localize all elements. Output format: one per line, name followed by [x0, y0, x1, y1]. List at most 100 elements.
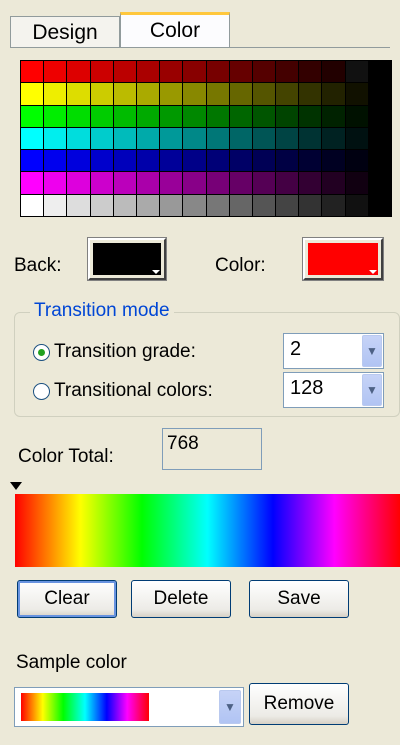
palette-cell[interactable]	[252, 83, 276, 105]
palette-cell[interactable]	[113, 127, 136, 150]
palette-cell[interactable]	[345, 83, 368, 105]
palette-cell[interactable]	[276, 172, 299, 194]
palette-cell[interactable]	[322, 127, 345, 150]
save-button[interactable]: Save	[249, 580, 349, 618]
palette-cell[interactable]	[44, 194, 67, 216]
palette-cell[interactable]	[299, 172, 322, 194]
palette-cell[interactable]	[67, 105, 90, 127]
palette-cell[interactable]	[252, 172, 276, 194]
palette-cell[interactable]	[44, 61, 67, 83]
chevron-down-icon[interactable]: ▼	[219, 690, 241, 724]
palette-cell[interactable]	[206, 61, 229, 83]
palette-cell[interactable]	[67, 194, 90, 216]
transition-grade-radio[interactable]	[33, 344, 50, 361]
palette-cell[interactable]	[160, 61, 183, 83]
back-color-swatch[interactable]	[87, 237, 167, 281]
palette-cell[interactable]	[322, 150, 345, 172]
palette-cell[interactable]	[299, 105, 322, 127]
palette-cell[interactable]	[21, 105, 44, 127]
transition-grade-select[interactable]: 2 ▼	[283, 333, 384, 369]
palette-cell[interactable]	[160, 83, 183, 105]
gradient-preview[interactable]	[15, 494, 400, 567]
palette-cell[interactable]	[229, 172, 252, 194]
tab-color[interactable]: Color	[120, 12, 230, 48]
palette-cell[interactable]	[160, 172, 183, 194]
palette-cell[interactable]	[276, 127, 299, 150]
palette-cell[interactable]	[113, 150, 136, 172]
fore-color-swatch[interactable]	[302, 237, 384, 281]
palette-cell[interactable]	[183, 105, 206, 127]
chevron-down-icon[interactable]: ▼	[362, 335, 382, 367]
palette-cell[interactable]	[368, 194, 391, 216]
palette-cell[interactable]	[136, 127, 160, 150]
sample-color-select[interactable]: ▼	[14, 687, 244, 727]
palette-cell[interactable]	[229, 194, 252, 216]
palette-cell[interactable]	[322, 105, 345, 127]
palette-cell[interactable]	[206, 83, 229, 105]
palette-cell[interactable]	[299, 83, 322, 105]
palette-cell[interactable]	[67, 150, 90, 172]
palette-cell[interactable]	[276, 150, 299, 172]
palette-cell[interactable]	[183, 83, 206, 105]
palette-cell[interactable]	[206, 172, 229, 194]
palette-cell[interactable]	[136, 105, 160, 127]
palette-cell[interactable]	[67, 172, 90, 194]
palette-cell[interactable]	[136, 61, 160, 83]
palette-cell[interactable]	[276, 194, 299, 216]
palette-cell[interactable]	[322, 172, 345, 194]
palette-cell[interactable]	[183, 172, 206, 194]
palette-cell[interactable]	[229, 83, 252, 105]
palette-cell[interactable]	[368, 172, 391, 194]
palette-cell[interactable]	[229, 150, 252, 172]
palette-cell[interactable]	[345, 172, 368, 194]
palette-cell[interactable]	[299, 194, 322, 216]
palette-cell[interactable]	[183, 150, 206, 172]
palette-cell[interactable]	[322, 194, 345, 216]
palette-cell[interactable]	[113, 61, 136, 83]
palette-cell[interactable]	[136, 194, 160, 216]
palette-cell[interactable]	[136, 150, 160, 172]
palette-cell[interactable]	[276, 83, 299, 105]
palette-cell[interactable]	[368, 105, 391, 127]
palette-cell[interactable]	[67, 83, 90, 105]
palette-cell[interactable]	[276, 61, 299, 83]
palette-cell[interactable]	[113, 105, 136, 127]
palette-cell[interactable]	[136, 83, 160, 105]
palette-cell[interactable]	[90, 127, 113, 150]
palette-cell[interactable]	[90, 105, 113, 127]
palette-cell[interactable]	[345, 194, 368, 216]
palette-cell[interactable]	[345, 61, 368, 83]
delete-button[interactable]: Delete	[131, 580, 231, 618]
palette-cell[interactable]	[67, 127, 90, 150]
palette-cell[interactable]	[229, 61, 252, 83]
palette-cell[interactable]	[368, 83, 391, 105]
palette-cell[interactable]	[299, 150, 322, 172]
palette-cell[interactable]	[183, 194, 206, 216]
palette-cell[interactable]	[206, 105, 229, 127]
palette-cell[interactable]	[21, 194, 44, 216]
palette-cell[interactable]	[345, 105, 368, 127]
palette-cell[interactable]	[252, 127, 276, 150]
palette-cell[interactable]	[160, 105, 183, 127]
palette-cell[interactable]	[229, 127, 252, 150]
palette-cell[interactable]	[299, 127, 322, 150]
palette-cell[interactable]	[368, 150, 391, 172]
palette-cell[interactable]	[322, 83, 345, 105]
palette-cell[interactable]	[206, 127, 229, 150]
palette-cell[interactable]	[252, 105, 276, 127]
palette-cell[interactable]	[136, 172, 160, 194]
tab-design[interactable]: Design	[10, 16, 120, 48]
palette-cell[interactable]	[90, 172, 113, 194]
palette-cell[interactable]	[160, 150, 183, 172]
palette-cell[interactable]	[44, 172, 67, 194]
palette-cell[interactable]	[276, 105, 299, 127]
palette-cell[interactable]	[345, 127, 368, 150]
palette-cell[interactable]	[21, 83, 44, 105]
palette-cell[interactable]	[67, 61, 90, 83]
palette-cell[interactable]	[299, 61, 322, 83]
palette-cell[interactable]	[90, 194, 113, 216]
palette-cell[interactable]	[44, 83, 67, 105]
palette-cell[interactable]	[206, 194, 229, 216]
remove-button[interactable]: Remove	[249, 683, 349, 725]
palette-cell[interactable]	[183, 127, 206, 150]
